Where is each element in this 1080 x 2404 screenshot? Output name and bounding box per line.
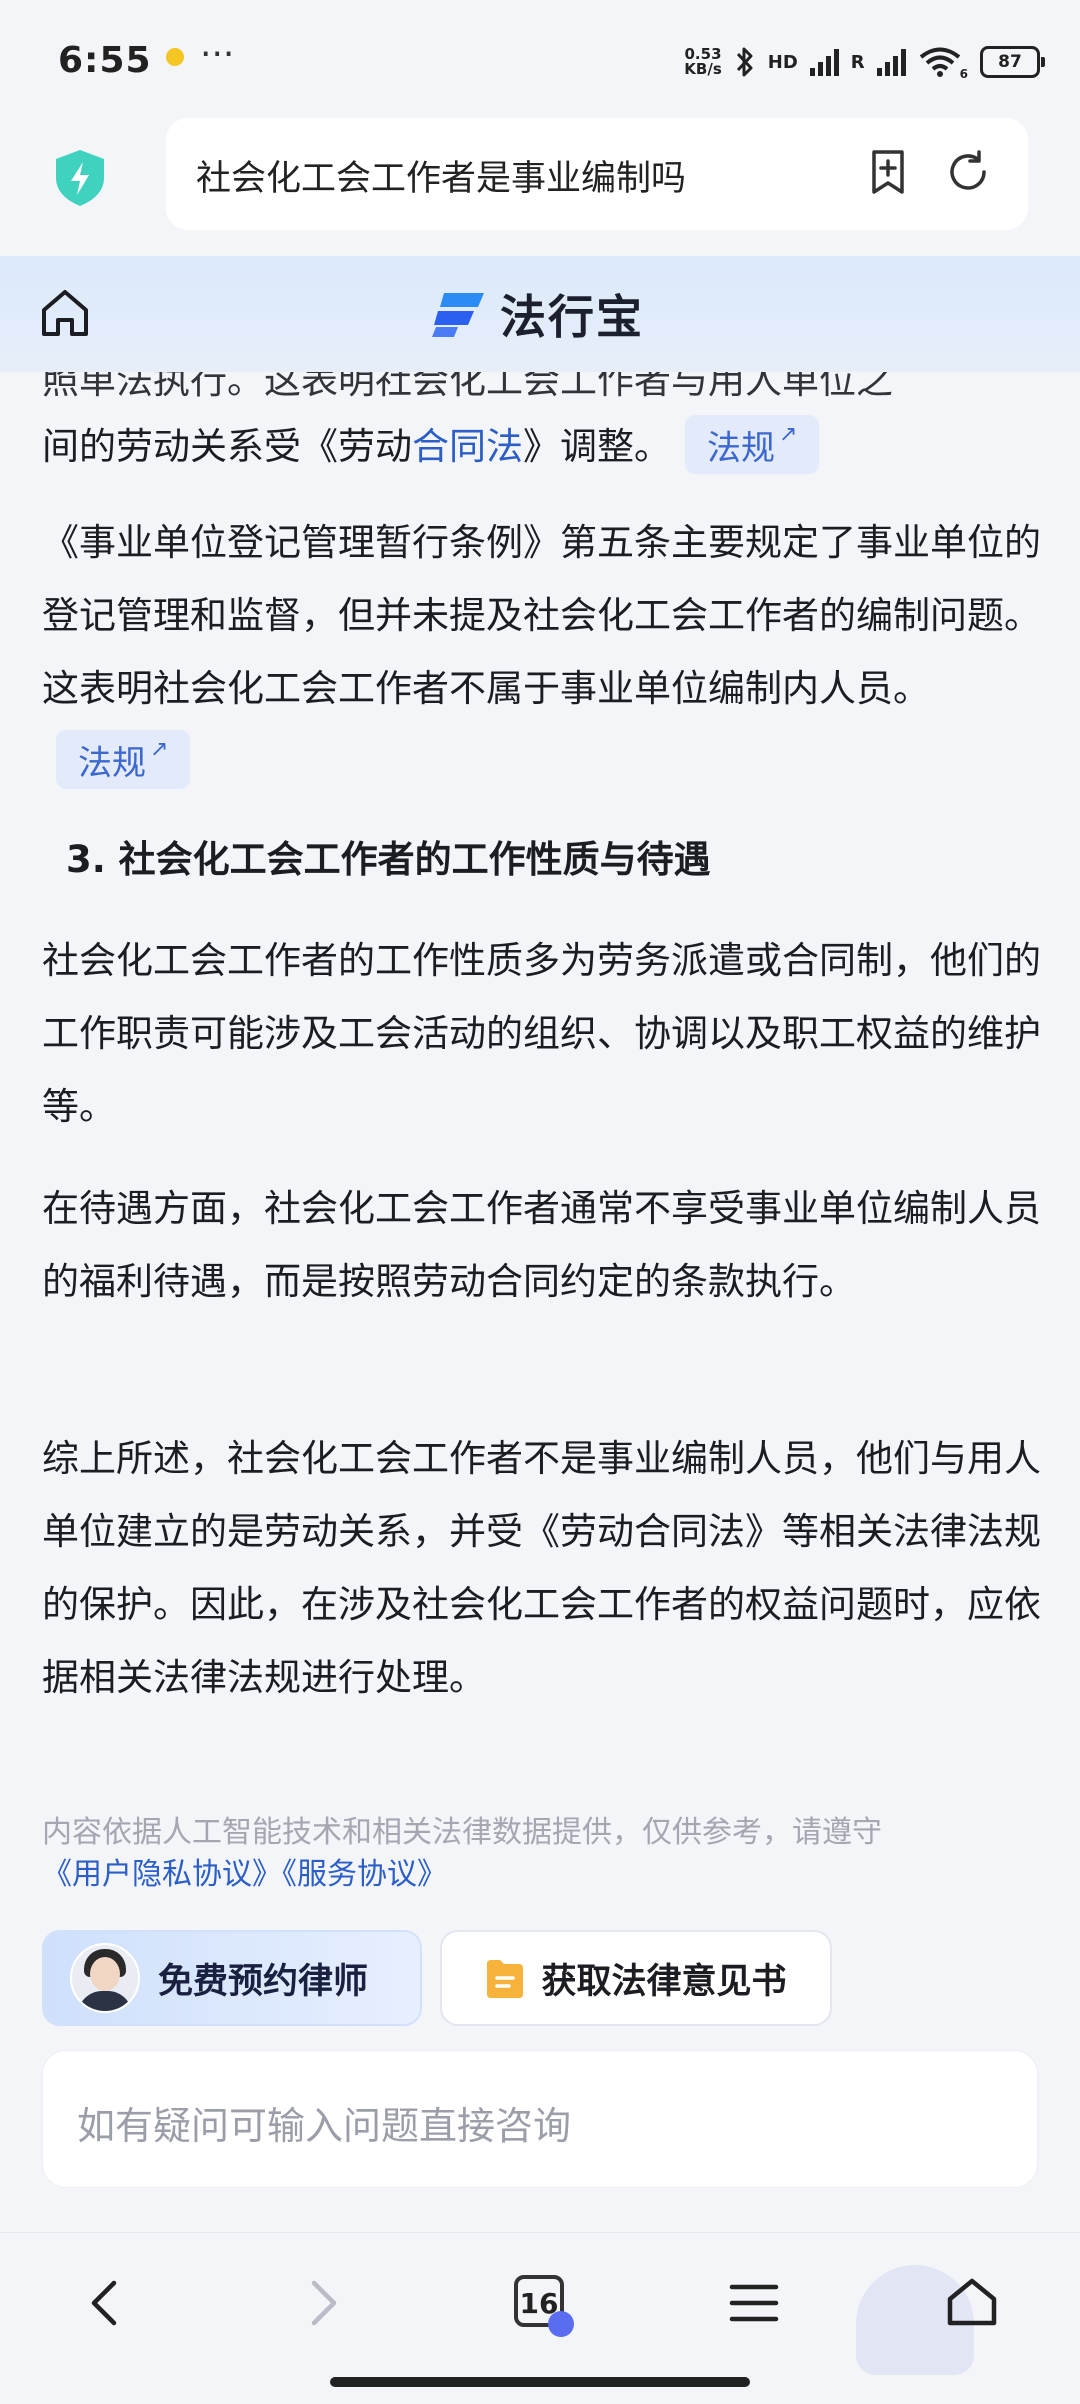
consult-input-placeholder: 如有疑问可输入问题直接咨询 — [77, 2104, 572, 2148]
article-content: 照单法执行。这表明社会化工会工作者与用人单位之 间的劳动关系受《劳动合同法》调整… — [0, 372, 1080, 2232]
service-agreement-link[interactable]: 《服务协议》 — [282, 1857, 447, 1892]
browser-bottom-nav: 16 — [0, 2232, 1080, 2404]
book-lawyer-button[interactable]: 免费预约律师 — [42, 1930, 422, 2026]
status-bar: 6:55 ··· 0.53 KB/s HD R 6 87 — [0, 0, 1080, 118]
home-icon[interactable] — [38, 286, 92, 340]
privacy-agreement-link[interactable]: 《用户隐私协议》 — [42, 1857, 282, 1892]
logo-mark-icon — [432, 293, 484, 337]
browser-address-bar: 社会化工会工作者是事业编制吗 — [0, 118, 1080, 256]
system-home-indicator[interactable] — [330, 2377, 750, 2387]
regulation-tag-2[interactable]: 法规 ↗ — [56, 729, 191, 790]
site-logo: 法行宝 — [432, 286, 644, 344]
paragraph-1: 间的劳动关系受《劳动合同法》调整。 法规 ↗ — [42, 410, 1042, 483]
section-heading: 3. 社会化工会工作者的工作性质与待遇 — [66, 838, 711, 881]
status-indicators: 0.53 KB/s HD R 6 87 — [684, 44, 1045, 81]
home-nav-icon[interactable] — [940, 2271, 1004, 2335]
regulation-tag[interactable]: 法规 ↗ — [685, 414, 820, 475]
signal-icon-2 — [876, 48, 906, 76]
battery-indicator: 87 — [980, 46, 1045, 78]
lawyer-avatar — [70, 1943, 140, 2013]
external-link-icon: ↗ — [779, 421, 798, 447]
tabs-badge-icon — [548, 2311, 574, 2337]
document-icon — [487, 1960, 524, 1998]
menu-icon[interactable] — [722, 2271, 786, 2335]
book-lawyer-label: 免费预约律师 — [158, 1961, 369, 2002]
bluetooth-icon — [736, 47, 753, 77]
status-time: 6:55 — [58, 40, 152, 81]
ai-disclaimer: 内容依据人工智能技术和相关法律数据提供，仅供参考，请遵守 《用户隐私协议》《服务… — [42, 1815, 882, 1892]
legal-opinion-button[interactable]: 获取法律意见书 — [440, 1930, 832, 2026]
wifi-label: 6 — [959, 67, 968, 81]
paragraph-5: 综上所述，社会化工会工作者不是事业编制人员，他们与用人单位建立的是劳动关系，并受… — [42, 1437, 1041, 1699]
consult-input[interactable]: 如有疑问可输入问题直接咨询 — [42, 2050, 1038, 2188]
paragraph-2: 《事业单位登记管理暂行条例》第五条主要规定了事业单位的登记管理和监督，但并未提及… — [42, 506, 1042, 798]
logo-text: 法行宝 — [500, 290, 644, 344]
more-notifications-icon: ··· — [200, 34, 235, 75]
hd-label: HD — [767, 51, 798, 73]
moon-icon — [166, 48, 184, 66]
wifi-icon — [919, 47, 960, 77]
legal-opinion-label: 获取法律意见书 — [541, 1961, 787, 2002]
external-link-icon: ↗ — [150, 736, 169, 762]
add-bookmark-icon[interactable] — [864, 148, 912, 196]
paragraph-4: 在待遇方面，社会化工会工作者通常不享受事业单位编制人员的福利待遇，而是按照劳动合… — [42, 1187, 1041, 1303]
refresh-icon[interactable] — [944, 148, 992, 196]
back-icon[interactable] — [74, 2271, 138, 2335]
paragraph-3: 社会化工会工作者的工作性质多为劳务派遣或合同制，他们的工作职责可能涉及工会活动的… — [42, 939, 1041, 1128]
r-label: R — [850, 51, 865, 73]
site-header: 法行宝 — [0, 256, 1080, 372]
security-shield-icon[interactable] — [52, 148, 108, 208]
url-field[interactable]: 社会化工会工作者是事业编制吗 — [166, 118, 1028, 230]
url-text: 社会化工会工作者是事业编制吗 — [196, 159, 687, 199]
network-speed: 0.53 KB/s — [684, 45, 722, 78]
contract-law-link[interactable]: 合同法 — [412, 425, 523, 468]
forward-icon[interactable] — [290, 2271, 354, 2335]
signal-icon — [809, 48, 839, 76]
